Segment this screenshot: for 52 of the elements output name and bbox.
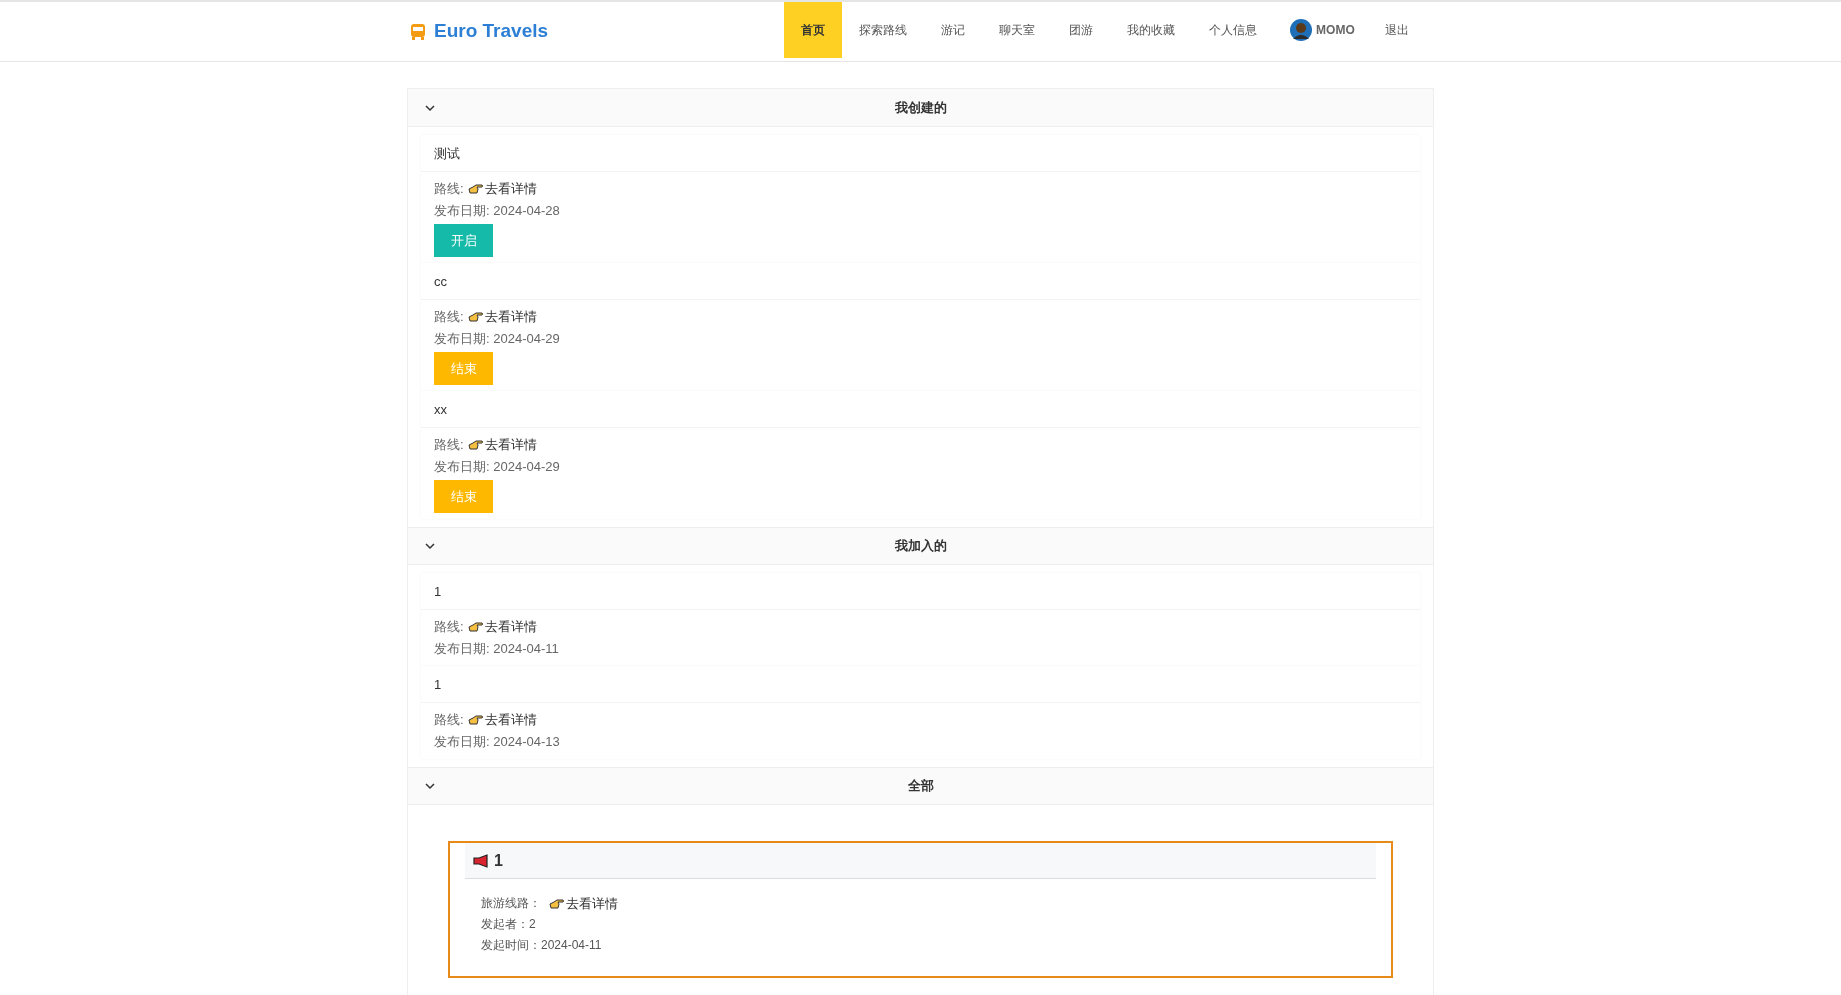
details-link[interactable]: 去看详情 xyxy=(484,306,537,328)
route-label: 路线: xyxy=(434,436,464,454)
chevron-icon[interactable] xyxy=(424,540,436,552)
nav-link[interactable]: 首页 xyxy=(784,2,843,58)
section-header[interactable]: 我创建的 xyxy=(408,89,1433,127)
section-header[interactable]: 我加入的 xyxy=(408,527,1433,565)
avatar-icon xyxy=(1290,19,1313,41)
tour-title: 1 xyxy=(494,850,503,871)
details-link[interactable]: 去看详情 xyxy=(566,893,618,914)
megaphone-icon xyxy=(473,853,491,868)
section-title: 我创建的 xyxy=(893,98,948,117)
nav-link[interactable]: 团游 xyxy=(1052,2,1111,58)
route-label: 路线: xyxy=(434,618,464,636)
logout-link[interactable]: 退出 xyxy=(1370,2,1423,58)
route-label: 路线: xyxy=(434,180,464,198)
route-label: 旅游线路： xyxy=(481,895,541,912)
publish-date: 发布日期: 2024-04-11 xyxy=(434,640,560,658)
nav-link[interactable]: 聊天室 xyxy=(982,2,1053,58)
route-label: 路线: xyxy=(434,308,464,326)
details-link[interactable]: 去看详情 xyxy=(484,434,537,456)
username[interactable]: MOMO xyxy=(1316,21,1355,39)
initiator-text: 发起者：2 xyxy=(481,916,537,933)
route-label: 路线: xyxy=(434,711,464,729)
section-header[interactable]: 全部 xyxy=(408,767,1433,805)
details-link[interactable]: 去看详情 xyxy=(484,709,537,731)
details-link[interactable]: 去看详情 xyxy=(484,616,537,638)
pointing-hand-icon xyxy=(549,897,565,910)
publish-date: 发布日期: 2024-04-29 xyxy=(434,330,561,348)
nav-link[interactable]: 个人信息 xyxy=(1192,2,1275,58)
publish-date: 发布日期: 2024-04-13 xyxy=(434,733,561,751)
group-name: 测试 xyxy=(434,146,460,161)
start-time: 发起时间：2024-04-11 xyxy=(481,937,603,954)
group-name: 1 xyxy=(434,584,442,599)
pointing-hand-icon xyxy=(467,183,484,195)
bus-icon xyxy=(410,22,426,41)
pointing-hand-icon xyxy=(467,714,484,726)
publish-date: 发布日期: 2024-04-28 xyxy=(434,202,561,220)
pointing-hand-icon xyxy=(467,621,484,633)
group-name: xx xyxy=(434,402,447,417)
publish-date: 发布日期: 2024-04-29 xyxy=(434,458,561,476)
pointing-hand-icon xyxy=(467,439,484,451)
group-name: 1 xyxy=(434,677,442,692)
nav-link[interactable]: 游记 xyxy=(924,2,983,58)
chevron-icon[interactable] xyxy=(424,780,436,792)
details-link[interactable]: 去看详情 xyxy=(484,178,537,200)
nav-link[interactable]: 我的收藏 xyxy=(1110,2,1193,58)
section-title: 我加入的 xyxy=(893,537,948,556)
nav-link[interactable]: 探索路线 xyxy=(842,2,925,58)
brand-logo[interactable]: Euro Travels xyxy=(434,17,549,46)
pointing-hand-icon xyxy=(467,311,484,323)
section-title: 全部 xyxy=(906,777,935,796)
group-name: cc xyxy=(434,274,447,289)
